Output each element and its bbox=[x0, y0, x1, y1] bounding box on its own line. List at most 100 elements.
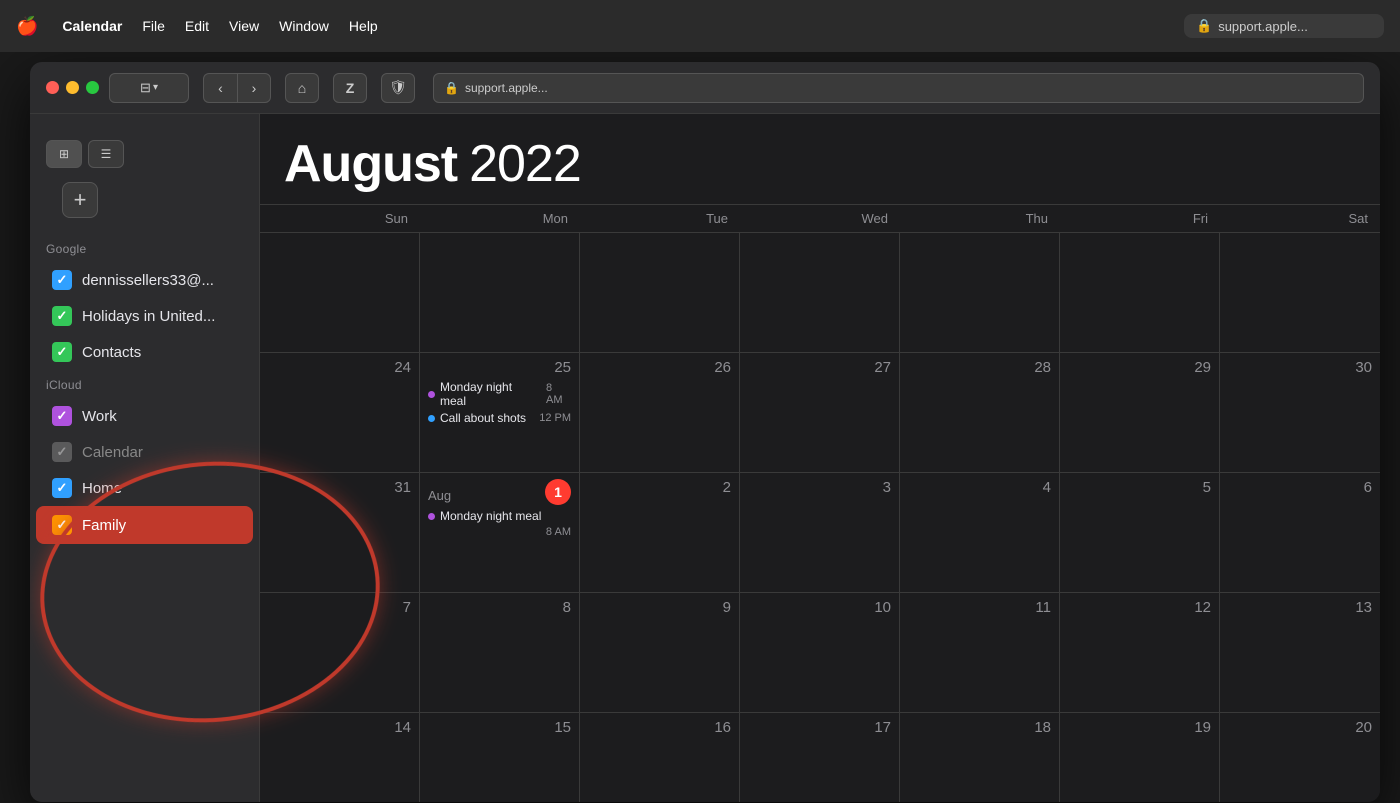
menubar-window[interactable]: Window bbox=[279, 18, 329, 34]
table-row[interactable]: 8 bbox=[420, 593, 580, 713]
table-row[interactable]: 13 bbox=[1220, 593, 1380, 713]
day-number-3: 3 bbox=[748, 479, 891, 496]
work-checkbox[interactable] bbox=[52, 406, 72, 426]
url-text: support.apple... bbox=[1218, 19, 1308, 34]
table-row[interactable]: 27 bbox=[740, 353, 900, 473]
day-header-thu: Thu bbox=[900, 205, 1060, 232]
table-row[interactable] bbox=[740, 233, 900, 353]
list-view-button[interactable]: ☰ bbox=[88, 140, 124, 168]
day-number-4: 4 bbox=[908, 479, 1051, 496]
home-label: Home bbox=[82, 480, 122, 497]
apple-menu-icon[interactable]: 🍎 bbox=[16, 16, 38, 37]
forward-button[interactable]: › bbox=[237, 73, 271, 103]
table-row[interactable] bbox=[580, 233, 740, 353]
day-number-11: 11 bbox=[908, 599, 1051, 616]
day-number-2: 2 bbox=[588, 479, 731, 496]
dennissellers-checkbox[interactable] bbox=[52, 270, 72, 290]
calendar-grid: 24 25 Monday night meal 8 AM Call about … bbox=[260, 233, 1380, 802]
day-headers-row: Sun Mon Tue Wed Thu Fri Sat bbox=[260, 205, 1380, 233]
calendar-icloud-label: Calendar bbox=[82, 444, 143, 461]
table-row[interactable] bbox=[420, 233, 580, 353]
sidebar-item-family[interactable]: 👤 bbox=[36, 506, 253, 544]
table-row[interactable]: 31 bbox=[260, 473, 420, 593]
holidays-checkbox[interactable] bbox=[52, 306, 72, 326]
table-row[interactable]: 17 bbox=[740, 713, 900, 802]
table-row[interactable]: 6 bbox=[1220, 473, 1380, 593]
table-row[interactable]: 26 bbox=[580, 353, 740, 473]
table-row[interactable]: 30 bbox=[1220, 353, 1380, 473]
table-row[interactable]: 28 bbox=[900, 353, 1060, 473]
table-row[interactable]: Aug 1 Monday night meal 8 AM bbox=[420, 473, 580, 593]
sidebar-item-work[interactable]: Work bbox=[36, 398, 253, 434]
traffic-lights bbox=[46, 81, 99, 94]
calendar-header: August 2022 bbox=[260, 114, 1380, 205]
table-row[interactable]: 24 bbox=[260, 353, 420, 473]
table-row[interactable]: 5 bbox=[1060, 473, 1220, 593]
browser-url-bar[interactable]: 🔒 support.apple... bbox=[433, 73, 1364, 103]
day-number-27: 27 bbox=[748, 359, 891, 376]
z-button[interactable]: Z bbox=[333, 73, 367, 103]
aug-label: Aug bbox=[428, 488, 451, 503]
table-row[interactable] bbox=[1060, 233, 1220, 353]
add-event-button[interactable]: + bbox=[62, 182, 98, 218]
day-number-19: 19 bbox=[1068, 719, 1211, 736]
table-row[interactable]: 16 bbox=[580, 713, 740, 802]
menubar-view[interactable]: View bbox=[229, 18, 259, 34]
home-button[interactable]: ⌂ bbox=[285, 73, 319, 103]
table-row[interactable]: 10 bbox=[740, 593, 900, 713]
table-row[interactable]: 25 Monday night meal 8 AM Call about sho… bbox=[420, 353, 580, 473]
table-row[interactable] bbox=[260, 233, 420, 353]
menubar-file[interactable]: File bbox=[142, 18, 165, 34]
menubar-edit[interactable]: Edit bbox=[185, 18, 209, 34]
menubar-calendar[interactable]: Calendar bbox=[62, 18, 122, 34]
sidebar-item-holidays[interactable]: Holidays in United... bbox=[36, 298, 253, 334]
day-number-5: 5 bbox=[1068, 479, 1211, 496]
table-row[interactable]: 29 bbox=[1060, 353, 1220, 473]
table-row[interactable]: 2 bbox=[580, 473, 740, 593]
day-header-wed: Wed bbox=[740, 205, 900, 232]
table-row[interactable]: 4 bbox=[900, 473, 1060, 593]
table-row[interactable]: 9 bbox=[580, 593, 740, 713]
sidebar-item-contacts[interactable]: Contacts bbox=[36, 334, 253, 370]
day-number-7: 7 bbox=[268, 599, 411, 616]
maximize-button[interactable] bbox=[86, 81, 99, 94]
sidebar-item-calendar-icloud[interactable]: Calendar bbox=[36, 434, 253, 470]
sidebar-item-dennissellers[interactable]: dennissellers33@... bbox=[36, 262, 253, 298]
minimize-button[interactable] bbox=[66, 81, 79, 94]
dennissellers-label: dennissellers33@... bbox=[82, 272, 214, 289]
menubar-help[interactable]: Help bbox=[349, 18, 378, 34]
calendar-icloud-checkbox[interactable] bbox=[52, 442, 72, 462]
table-row[interactable]: 3 bbox=[740, 473, 900, 593]
shield-button[interactable]: 🛡 bbox=[381, 73, 415, 103]
sidebar-item-home[interactable]: Home bbox=[36, 470, 253, 506]
table-row[interactable]: 11 bbox=[900, 593, 1060, 713]
table-row[interactable] bbox=[900, 233, 1060, 353]
table-row[interactable]: 7 bbox=[260, 593, 420, 713]
day-number-24: 24 bbox=[268, 359, 411, 376]
calendar-titlebar: ⊟ ▾ ‹ › ⌂ Z 🛡 🔒 support.apple... bbox=[30, 62, 1380, 114]
url-bar[interactable]: 🔒 support.apple... bbox=[1184, 14, 1384, 38]
table-row[interactable]: 20 bbox=[1220, 713, 1380, 802]
work-label: Work bbox=[82, 408, 117, 425]
view-toggle-group: ⊞ ☰ bbox=[30, 130, 259, 178]
day-header-mon: Mon bbox=[420, 205, 580, 232]
home-checkbox[interactable] bbox=[52, 478, 72, 498]
family-name-input[interactable] bbox=[82, 517, 260, 534]
event-text: Monday night meal bbox=[440, 509, 541, 523]
sidebar-toggle-button[interactable]: ⊟ ▾ bbox=[109, 73, 189, 103]
url-lock-icon: 🔒 bbox=[444, 81, 459, 95]
table-row[interactable]: 14 bbox=[260, 713, 420, 802]
back-button[interactable]: ‹ bbox=[203, 73, 237, 103]
contacts-checkbox[interactable] bbox=[52, 342, 72, 362]
table-row[interactable] bbox=[1220, 233, 1380, 353]
day-number-15: 15 bbox=[428, 719, 571, 736]
table-row[interactable]: 19 bbox=[1060, 713, 1220, 802]
grid-view-button[interactable]: ⊞ bbox=[46, 140, 82, 168]
table-row[interactable]: 18 bbox=[900, 713, 1060, 802]
close-button[interactable] bbox=[46, 81, 59, 94]
family-checkbox[interactable] bbox=[52, 515, 72, 535]
table-row[interactable]: 12 bbox=[1060, 593, 1220, 713]
today-badge-1: 1 bbox=[545, 479, 571, 505]
google-section-label: Google bbox=[30, 234, 259, 262]
table-row[interactable]: 15 bbox=[420, 713, 580, 802]
